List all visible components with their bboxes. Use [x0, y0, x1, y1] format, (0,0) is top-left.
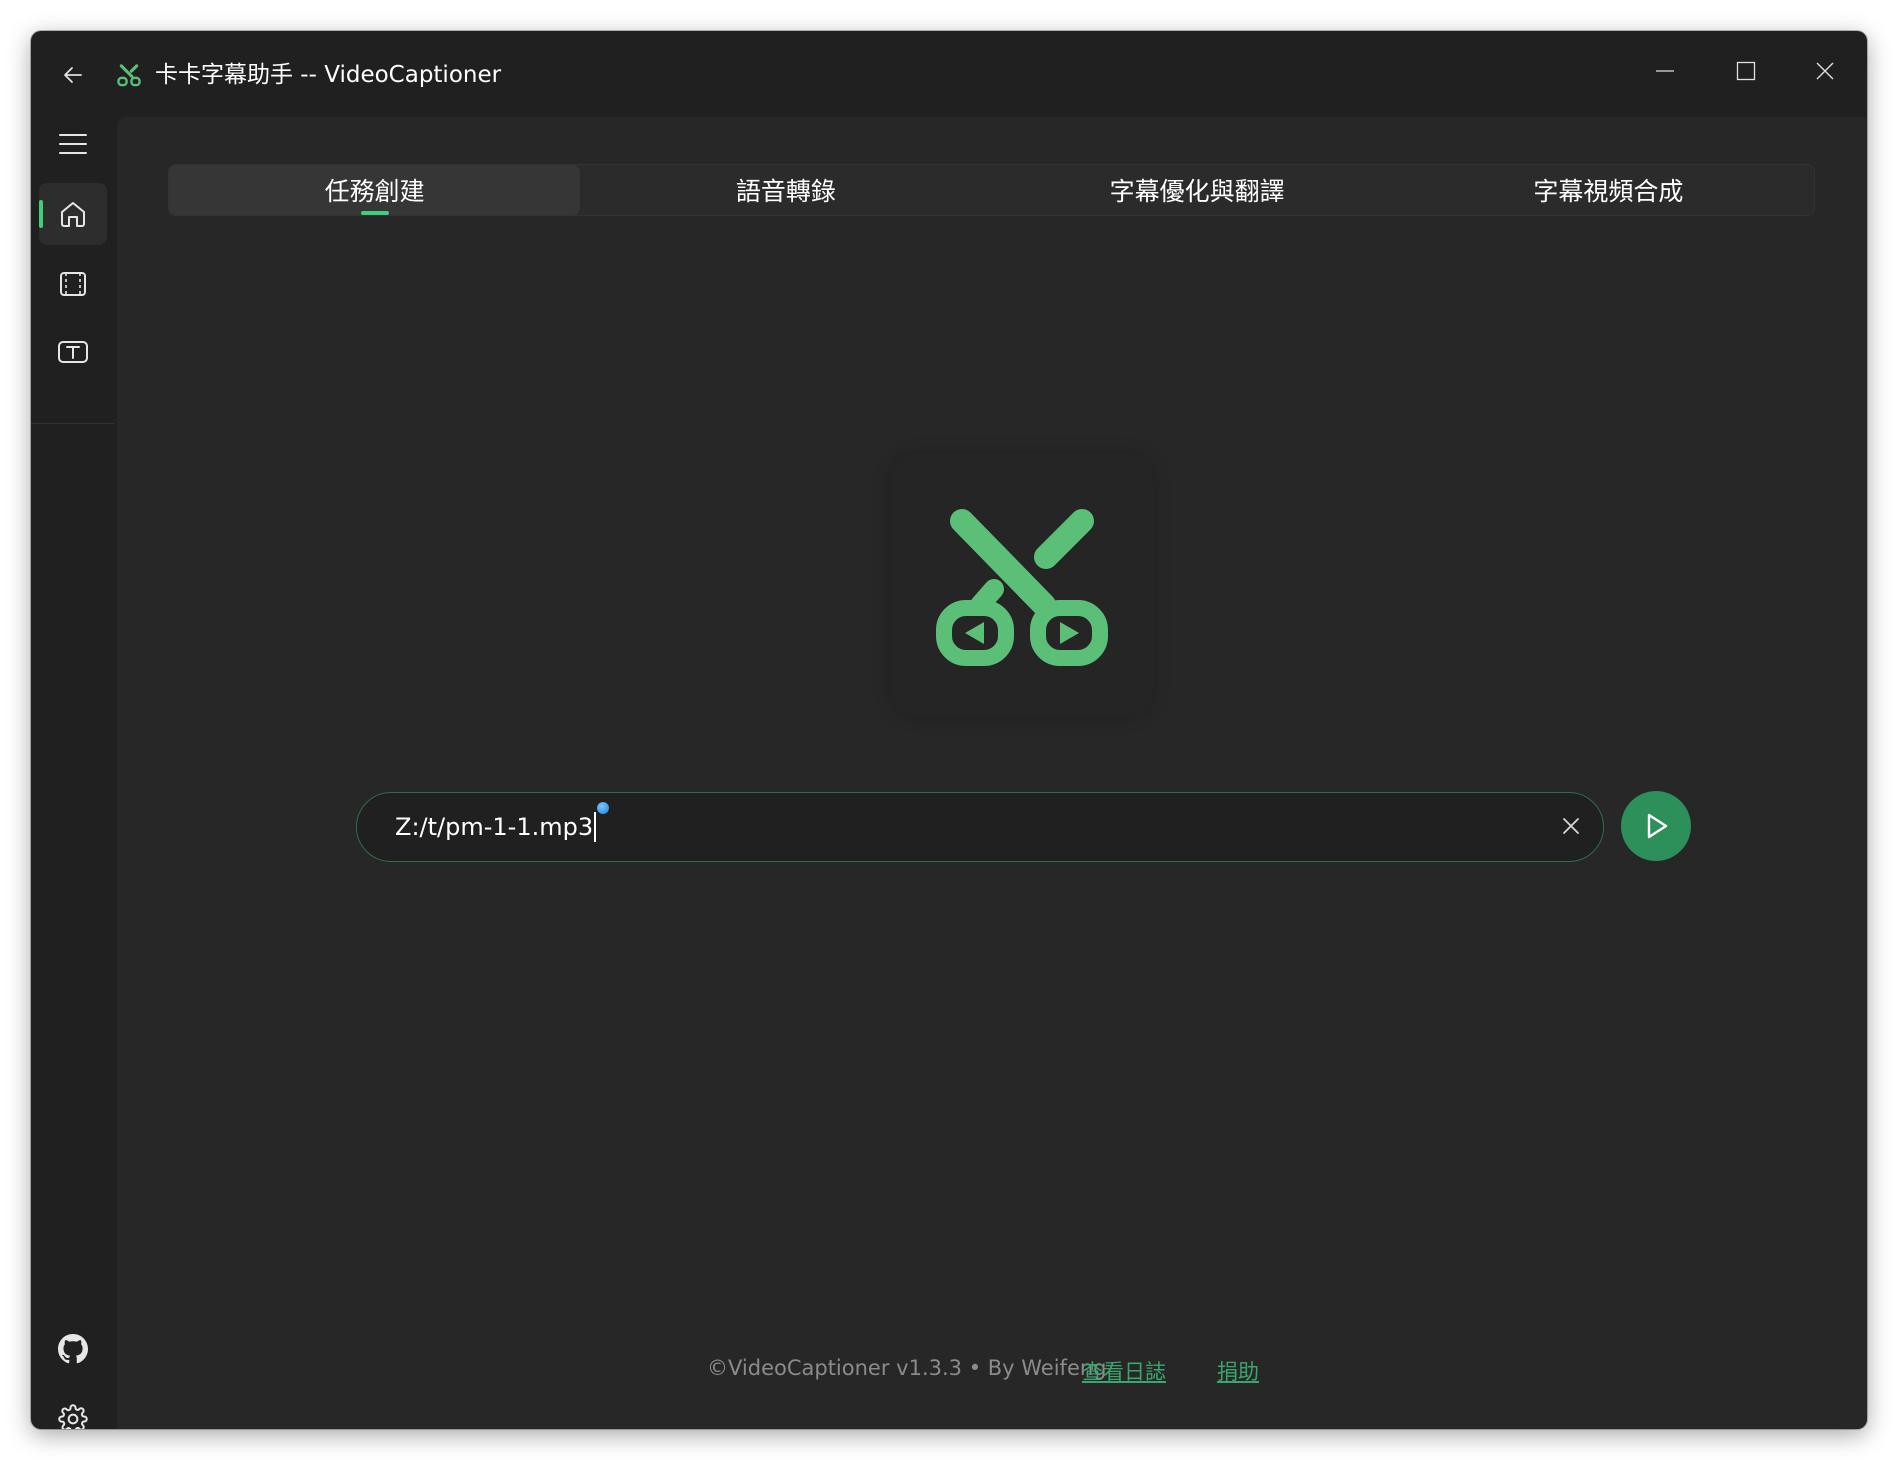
app-logo	[891, 454, 1153, 716]
minimize-button[interactable]	[1635, 49, 1695, 93]
scissors-play-icon	[936, 509, 1108, 666]
main-content: 任務創建 語音轉錄 字幕優化與翻譯 字幕視頻合成 Z:/t/pm-1-1.mp3…	[117, 117, 1867, 1429]
title-bar: 卡卡字幕助手 -- VideoCaptioner	[31, 31, 1867, 113]
settings-button[interactable]	[39, 1388, 107, 1429]
close-icon	[1816, 62, 1834, 80]
close-button[interactable]	[1795, 49, 1855, 93]
clear-input-button[interactable]	[1553, 808, 1589, 844]
minimize-icon	[1656, 70, 1674, 72]
tab-label: 字幕視頻合成	[1533, 177, 1684, 206]
github-icon	[58, 1334, 88, 1364]
close-icon	[1563, 818, 1579, 834]
active-nav-indicator	[39, 200, 43, 228]
tab-speech-transcription[interactable]: 語音轉錄	[580, 165, 991, 215]
media-path-text: Z:/t/pm-1-1.mp3	[395, 812, 594, 841]
app-window: 卡卡字幕助手 -- VideoCaptioner 任務創建 語音轉錄 字幕優化與…	[31, 31, 1867, 1429]
ime-indicator-icon	[597, 802, 609, 814]
github-button[interactable]	[39, 1318, 107, 1380]
menu-icon	[59, 134, 87, 154]
back-button[interactable]	[51, 53, 95, 97]
tab-task-creation[interactable]: 任務創建	[169, 165, 581, 215]
media-path-input[interactable]: Z:/t/pm-1-1.mp3	[356, 792, 1604, 862]
navigation-sidebar	[31, 113, 115, 1429]
nav-divider	[31, 423, 115, 424]
tab-label: 任務創建	[324, 177, 425, 206]
gear-icon	[58, 1404, 88, 1429]
text-icon	[58, 341, 88, 363]
tab-label: 字幕優化與翻譯	[1109, 177, 1285, 206]
active-tab-indicator	[360, 211, 389, 215]
nav-item-video[interactable]	[39, 253, 107, 315]
home-icon	[61, 202, 85, 227]
maximize-button[interactable]	[1716, 49, 1776, 93]
arrow-left-icon	[64, 67, 82, 83]
video-icon	[60, 272, 86, 296]
start-process-button[interactable]	[1621, 791, 1691, 861]
text-caret	[594, 811, 597, 842]
app-logo-icon	[113, 59, 145, 91]
tab-label: 語音轉錄	[735, 177, 836, 206]
play-icon	[1647, 813, 1668, 839]
copyright-text: ©VideoCaptioner v1.3.3 • By Weifeng	[707, 1356, 1107, 1380]
tab-subtitle-optimization[interactable]: 字幕優化與翻譯	[992, 165, 1403, 215]
menu-toggle-button[interactable]	[39, 113, 107, 175]
window-title: 卡卡字幕助手 -- VideoCaptioner	[155, 62, 502, 88]
maximize-icon	[1736, 61, 1756, 81]
media-path-value[interactable]: Z:/t/pm-1-1.mp3	[395, 793, 597, 860]
footer: ©VideoCaptioner v1.3.3 • By Weifeng 查看日誌…	[117, 1352, 1867, 1388]
task-tabs: 任務創建 語音轉錄 字幕優化與翻譯 字幕視頻合成	[168, 164, 1815, 216]
nav-item-subtitle[interactable]	[39, 321, 107, 383]
donate-link[interactable]: 捐助	[1217, 1356, 1259, 1386]
nav-item-home[interactable]	[39, 183, 107, 245]
tab-subtitle-video-synthesis[interactable]: 字幕視頻合成	[1403, 165, 1814, 215]
view-log-link[interactable]: 查看日誌	[1082, 1356, 1166, 1386]
